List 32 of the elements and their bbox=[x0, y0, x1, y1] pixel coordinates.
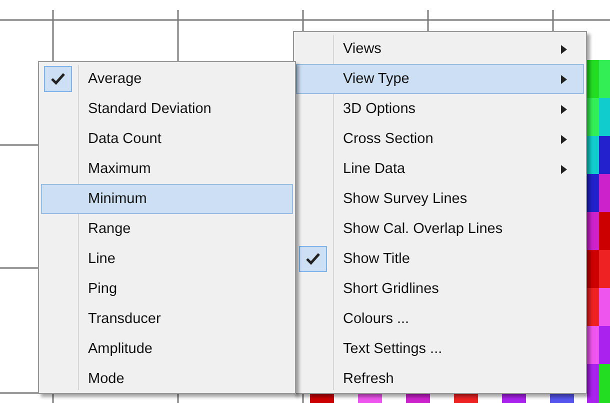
heatmap-cell bbox=[599, 60, 610, 100]
menu-item[interactable]: Mode bbox=[41, 364, 293, 394]
menu-item[interactable]: Refresh bbox=[296, 364, 584, 394]
heatmap-cell bbox=[599, 98, 610, 138]
menu-item[interactable]: 3D Options bbox=[296, 94, 584, 124]
heatmap-cell bbox=[599, 364, 610, 403]
menu-item[interactable]: Data Count bbox=[41, 124, 293, 154]
menu-item[interactable]: Cross Section bbox=[296, 124, 584, 154]
menu-item[interactable]: Amplitude bbox=[41, 334, 293, 364]
menu-item[interactable]: Line Data bbox=[296, 154, 584, 184]
menu-item[interactable]: Maximum bbox=[41, 154, 293, 184]
menu-item[interactable]: Show Survey Lines bbox=[296, 184, 584, 214]
heatmap-cell bbox=[599, 136, 610, 176]
menu-item[interactable]: Standard Deviation bbox=[41, 94, 293, 124]
menu-item[interactable]: Transducer bbox=[41, 304, 293, 334]
menu-item[interactable]: Average bbox=[41, 64, 293, 94]
menu-item[interactable]: Short Gridlines bbox=[296, 274, 584, 304]
menu-item[interactable]: Colours ... bbox=[296, 304, 584, 334]
menu-item[interactable]: Ping bbox=[41, 274, 293, 304]
menu-item[interactable]: Line bbox=[41, 244, 293, 274]
menu-item[interactable]: Text Settings ... bbox=[296, 334, 584, 364]
menu-item[interactable]: Show Cal. Overlap Lines bbox=[296, 214, 584, 244]
heatmap-cell bbox=[599, 326, 610, 366]
menu-item[interactable]: Minimum bbox=[41, 184, 293, 214]
menu-item[interactable]: Views bbox=[296, 34, 584, 64]
menu-item[interactable]: Show Title bbox=[296, 244, 584, 274]
heatmap-cell bbox=[599, 250, 610, 290]
heatmap-cell bbox=[599, 212, 610, 252]
heatmap-cell bbox=[599, 174, 610, 214]
heatmap-cell bbox=[599, 288, 610, 328]
menu-item[interactable]: Range bbox=[41, 214, 293, 244]
menu-item[interactable]: View Type bbox=[296, 64, 584, 94]
